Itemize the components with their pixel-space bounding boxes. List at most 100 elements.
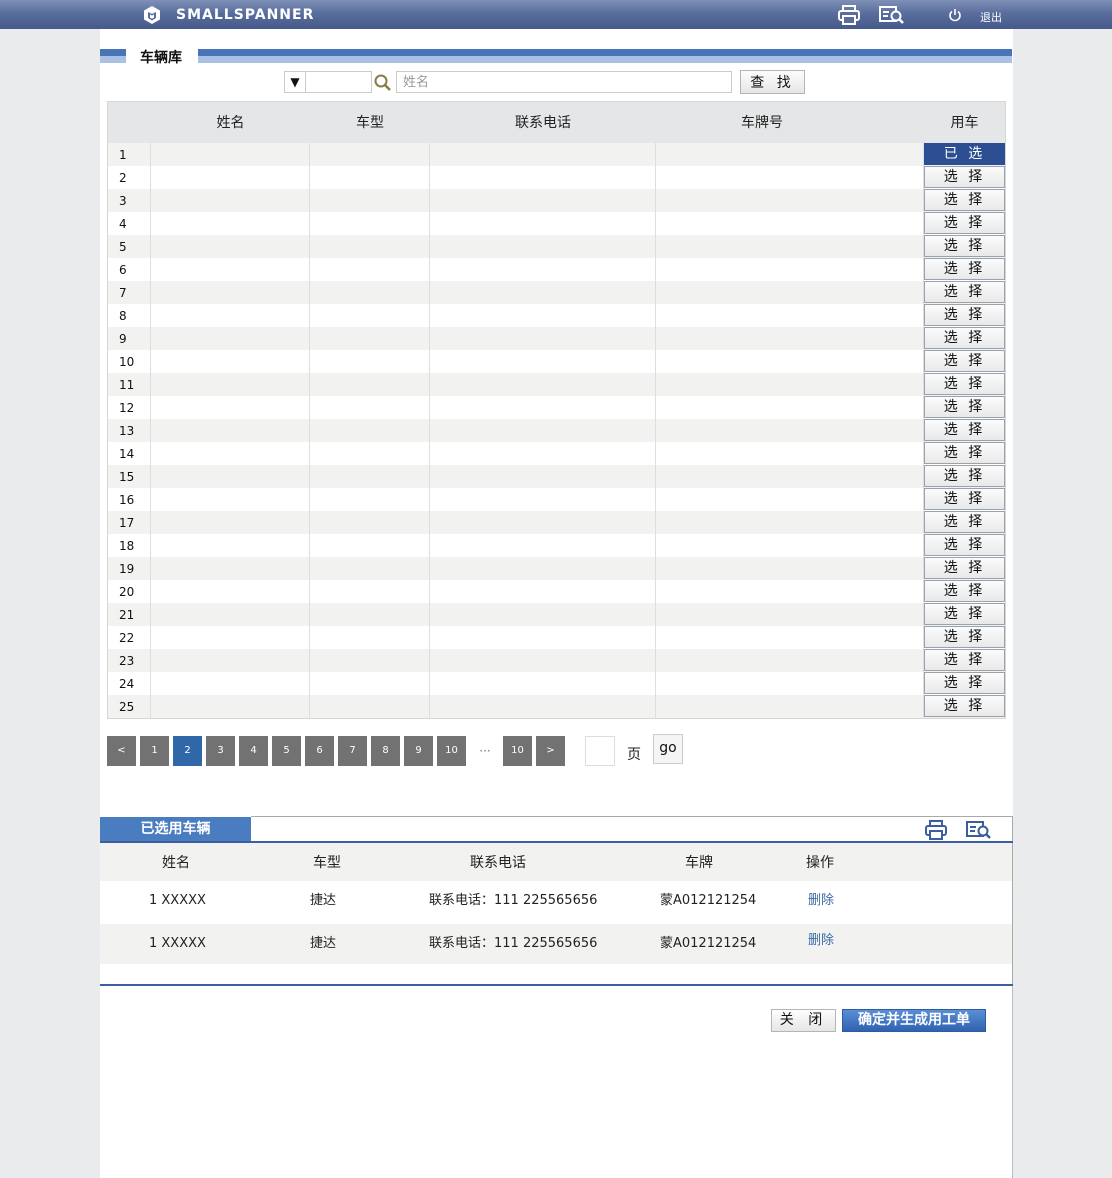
column-header-name: 姓名: [216, 115, 245, 131]
column-header-model: 车型: [313, 855, 341, 871]
select-button[interactable]: 选 择: [924, 419, 1005, 441]
search-input[interactable]: [396, 71, 732, 93]
search-icon[interactable]: [373, 73, 393, 93]
row-number: 6: [119, 263, 127, 277]
select-button[interactable]: 选 择: [924, 373, 1005, 395]
close-button[interactable]: 关 闭: [771, 1009, 836, 1032]
selected-table-header: 姓名 车型 联系电话 车牌 操作: [100, 843, 1012, 881]
select-button[interactable]: 选 择: [924, 603, 1005, 625]
power-icon[interactable]: [948, 8, 962, 22]
select-button[interactable]: 选 择: [924, 350, 1005, 372]
select-button[interactable]: 选 择: [924, 534, 1005, 556]
page-number-input[interactable]: [585, 736, 615, 766]
select-button[interactable]: 选 择: [924, 488, 1005, 510]
row-number: 20: [119, 585, 135, 599]
row-number: 10: [119, 355, 135, 369]
selected-vehicles-section: 已选用车辆 姓名 车型 联系电话 车牌 操作 1 XXXXX 捷达 联系电话：1…: [100, 816, 1013, 986]
page-button[interactable]: 4: [239, 736, 268, 766]
page-button[interactable]: 10: [503, 736, 532, 766]
table-row: 10 选 择: [108, 350, 1005, 373]
table-row: 23 选 择: [108, 649, 1005, 672]
selected-vehicles-tab: 已选用车辆: [100, 817, 251, 841]
row-number: 24: [119, 677, 135, 691]
vehicle-plate: 蒙A012121254: [660, 936, 757, 951]
page-button[interactable]: 7: [338, 736, 367, 766]
row-number: 16: [119, 493, 135, 507]
print-preview-icon[interactable]: [966, 820, 992, 840]
find-button[interactable]: 查 找: [740, 70, 805, 94]
delete-link[interactable]: 删除: [808, 881, 834, 921]
row-number: 3: [119, 194, 127, 208]
page-button[interactable]: 10: [437, 736, 466, 766]
select-button[interactable]: 选 择: [924, 465, 1005, 487]
table-row: 24 选 择: [108, 672, 1005, 695]
print-preview-icon[interactable]: [879, 5, 905, 25]
select-button[interactable]: 选 择: [924, 189, 1005, 211]
table-row: 17 选 择: [108, 511, 1005, 534]
select-button[interactable]: 选 择: [924, 327, 1005, 349]
page-button[interactable]: 5: [272, 736, 301, 766]
row-number: 21: [119, 608, 135, 622]
column-header-action: 操作: [806, 855, 834, 871]
page-button[interactable]: 9: [404, 736, 433, 766]
delete-link[interactable]: 删除: [808, 921, 834, 961]
page-button[interactable]: 1: [140, 736, 169, 766]
brand-name: SMALLSPANNER: [176, 7, 315, 23]
search-field-dropdown[interactable]: ▼: [284, 71, 306, 93]
table-row: 1 已 选: [108, 143, 1005, 166]
row-number: 13: [119, 424, 135, 438]
table-row: 20 选 择: [108, 580, 1005, 603]
column-header-phone: 联系电话: [515, 115, 571, 131]
select-button[interactable]: 选 择: [924, 511, 1005, 533]
selected-button[interactable]: 已 选: [924, 143, 1005, 165]
go-button[interactable]: go: [653, 734, 683, 764]
select-button[interactable]: 选 择: [924, 396, 1005, 418]
select-button[interactable]: 选 择: [924, 580, 1005, 602]
page-button[interactable]: 8: [371, 736, 400, 766]
main-panel: 车辆库 ▼ 查 找 姓名 车型 联系电话 车牌号 用车 1 已 选 2 选 择 3 选 择…: [100, 29, 1013, 1178]
page-button[interactable]: 2: [173, 736, 202, 766]
select-button[interactable]: 选 择: [924, 442, 1005, 464]
vehicle-model: 捷达: [310, 893, 337, 908]
select-button[interactable]: 选 择: [924, 649, 1005, 671]
prev-page-button[interactable]: <: [107, 736, 136, 766]
row-number: 5: [119, 240, 127, 254]
select-button[interactable]: 选 择: [924, 258, 1005, 280]
printer-icon[interactable]: [925, 820, 947, 840]
vehicle-phone: 联系电话：111 225565656: [429, 936, 598, 951]
select-button[interactable]: 选 择: [924, 672, 1005, 694]
column-header-plate: 车牌: [685, 855, 713, 871]
table-row: 14 选 择: [108, 442, 1005, 465]
table-row: 22 选 择: [108, 626, 1005, 649]
row-number: 18: [119, 539, 135, 553]
row-number: 19: [119, 562, 135, 576]
row-number: 2: [119, 171, 127, 185]
table-row: 11 选 择: [108, 373, 1005, 396]
table-row: 21 选 择: [108, 603, 1005, 626]
table-row: 9 选 择: [108, 327, 1005, 350]
next-page-button[interactable]: >: [536, 736, 565, 766]
select-button[interactable]: 选 择: [924, 212, 1005, 234]
select-button[interactable]: 选 择: [924, 304, 1005, 326]
page-button[interactable]: 6: [305, 736, 334, 766]
select-button[interactable]: 选 择: [924, 235, 1005, 257]
section-divider: [100, 984, 1013, 986]
row-number: 17: [119, 516, 135, 530]
column-header-use: 用车: [950, 115, 979, 131]
select-button[interactable]: 选 择: [924, 626, 1005, 648]
select-button[interactable]: 选 择: [924, 281, 1005, 303]
select-button[interactable]: 选 择: [924, 557, 1005, 579]
select-button[interactable]: 选 择: [924, 695, 1005, 717]
top-bar: SMALLSPANNER 退出: [0, 0, 1112, 29]
row-number: 22: [119, 631, 135, 645]
printer-icon[interactable]: [838, 5, 860, 25]
logout-link[interactable]: 退出: [980, 9, 1002, 25]
search-field-selector[interactable]: [306, 71, 372, 93]
select-button[interactable]: 选 择: [924, 166, 1005, 188]
table-row: 25 选 择: [108, 695, 1005, 718]
table-row: 3 选 择: [108, 189, 1005, 212]
confirm-generate-button[interactable]: 确定并生成用工单: [842, 1009, 986, 1032]
page-ellipsis: ···: [479, 744, 491, 758]
vehicle-owner-name: 1 XXXXX: [149, 893, 206, 908]
page-button[interactable]: 3: [206, 736, 235, 766]
